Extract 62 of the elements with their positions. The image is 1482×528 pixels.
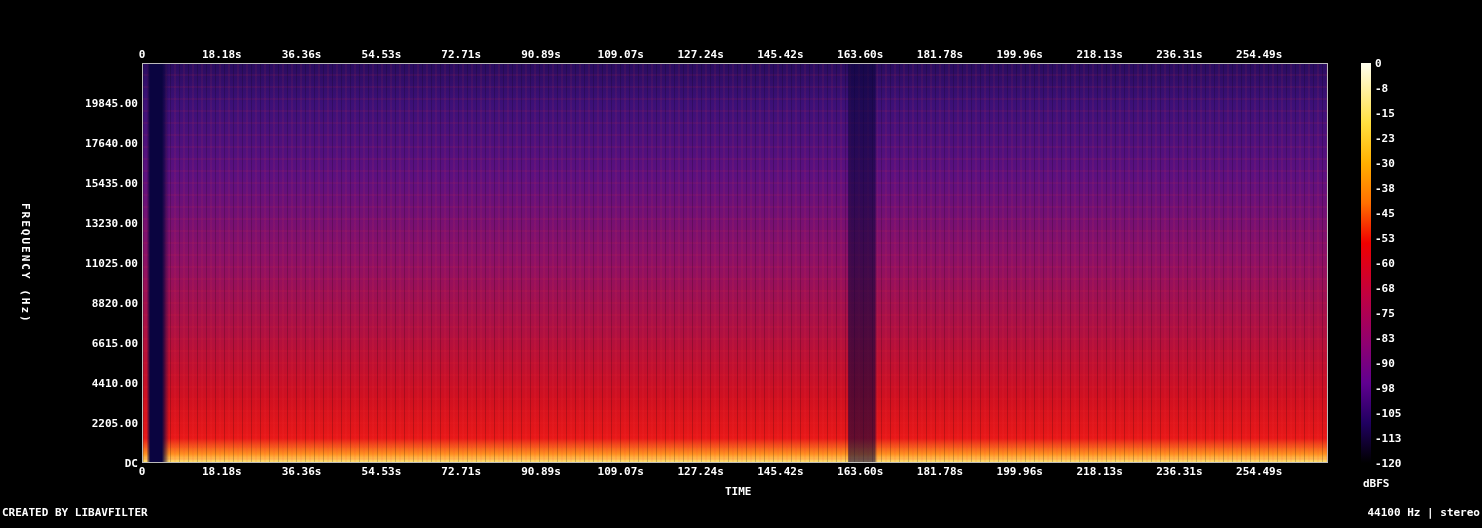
color-scale-label: -83 [1375, 331, 1395, 345]
frequency-tick-label: 15435.00 [85, 176, 138, 190]
color-scale-label: -68 [1375, 281, 1395, 295]
time-tick-label: 36.36s [281, 465, 322, 478]
color-scale-label: -15 [1375, 106, 1395, 120]
time-tick-label: 145.42s [757, 465, 804, 478]
frequency-tick-label: 4410.00 [91, 376, 138, 390]
color-scale-label: 0 [1375, 56, 1382, 70]
color-scale-label: -120 [1375, 456, 1402, 470]
time-tick-label: 72.71s [441, 465, 482, 478]
time-tick-label: 0 [138, 465, 146, 478]
time-tick-label: 54.53s [361, 48, 402, 61]
time-tick-label: 181.78s [916, 465, 964, 478]
time-tick-label: 218.13s [1076, 48, 1123, 61]
color-scale-label: -105 [1375, 406, 1402, 420]
time-tick-label: 163.60s [837, 465, 884, 478]
color-scale-label: -8 [1375, 81, 1389, 95]
time-tick-label: 236.31s [1156, 465, 1203, 478]
color-scale-label: -75 [1375, 306, 1395, 320]
frequency-tick-label: 2205.00 [91, 416, 138, 430]
time-tick-label: 36.36s [281, 48, 322, 61]
color-scale-label: -98 [1375, 381, 1395, 395]
time-tick-label: 127.24s [677, 465, 724, 478]
frequency-tick-label: 13230.00 [85, 216, 138, 230]
color-scale-label: -23 [1375, 131, 1395, 145]
time-tick-label: 236.31s [1156, 48, 1203, 61]
time-tick-label: 90.89s [521, 48, 561, 61]
time-axis-title: TIME [725, 485, 752, 498]
color-scale-label: -38 [1375, 181, 1395, 195]
frequency-tick-label: 8820.00 [91, 296, 138, 310]
time-tick-label: 18.18s [201, 48, 242, 61]
color-scale-label: -45 [1375, 206, 1395, 220]
time-tick-label: 254.49s [1236, 48, 1283, 61]
time-tick-label: 127.24s [677, 48, 724, 61]
time-tick-label: 254.49s [1236, 465, 1283, 478]
time-tick-label: 163.60s [837, 48, 884, 61]
time-tick-label: 18.18s [201, 465, 242, 478]
color-scale-label: -53 [1375, 231, 1395, 245]
frequency-tick-label: DC [124, 456, 138, 470]
color-scale-label: -60 [1375, 256, 1395, 270]
frequency-tick-label: 17640.00 [85, 136, 138, 150]
time-tick-label: 90.89s [521, 465, 561, 478]
color-scale-label: -113 [1375, 431, 1402, 445]
time-tick-label: 181.78s [916, 48, 964, 61]
frequency-tick-label: 6615.00 [91, 336, 138, 350]
frequency-axis-title: FREQUENCY (Hz) [18, 202, 32, 324]
time-tick-label: 199.96s [996, 48, 1043, 61]
time-tick-label: 0 [138, 48, 146, 61]
time-tick-label: 72.71s [441, 48, 482, 61]
credit-text: CREATED BY LIBAVFILTER [2, 506, 148, 519]
time-tick-label: 54.53s [361, 465, 402, 478]
frequency-tick-label: 11025.00 [85, 256, 138, 270]
color-scale-label: -30 [1375, 156, 1395, 170]
time-tick-label: 109.07s [597, 48, 644, 61]
time-tick-label: 109.07s [597, 465, 644, 478]
time-tick-label: 199.96s [996, 465, 1043, 478]
time-tick-label: 145.42s [757, 48, 804, 61]
color-scale-unit: dBFS [1363, 477, 1390, 490]
color-scale-label: -90 [1375, 356, 1395, 370]
frequency-tick-label: 19845.00 [85, 96, 138, 110]
audio-format-text: 44100 Hz | stereo [1367, 506, 1480, 519]
time-tick-label: 218.13s [1076, 465, 1123, 478]
